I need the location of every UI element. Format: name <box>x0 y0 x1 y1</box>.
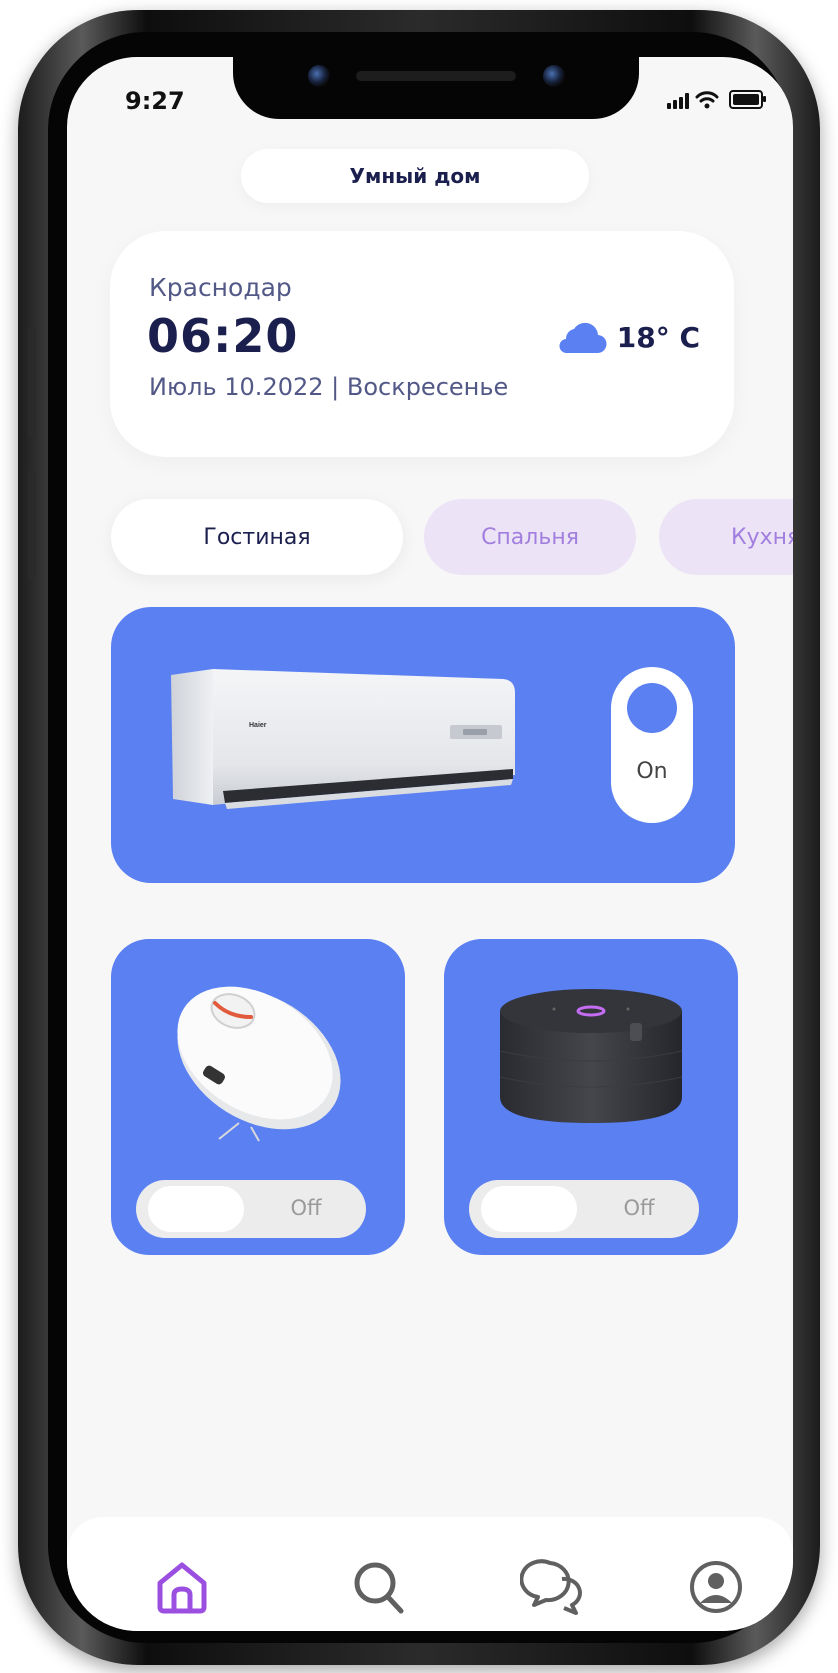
room-tabs: Гостиная Спальня Кухня <box>111 499 793 575</box>
profile-icon[interactable] <box>684 1555 748 1619</box>
vacuum-power-toggle[interactable]: Off <box>136 1180 366 1238</box>
front-camera-right <box>543 65 565 87</box>
smart-speaker-image <box>499 989 683 1123</box>
vacuum-state-label: Off <box>290 1196 322 1220</box>
city-label: Краснодар <box>149 273 292 302</box>
weather-info: 18° C <box>555 319 700 355</box>
air-conditioner-image: Haier <box>171 669 515 809</box>
signal-icon <box>667 93 689 109</box>
toggle-knob <box>627 683 677 733</box>
ac-power-toggle[interactable]: On <box>611 667 693 823</box>
status-time: 9:27 <box>125 87 185 115</box>
ac-state-label: On <box>636 759 668 784</box>
temperature: 18° C <box>616 320 700 354</box>
page-title: Умный дом <box>241 149 589 203</box>
speaker-power-toggle[interactable]: Off <box>469 1180 699 1238</box>
toggle-knob <box>481 1186 577 1232</box>
vacuum-card[interactable]: Off <box>111 939 405 1255</box>
toggle-knob <box>148 1186 244 1232</box>
earpiece-speaker <box>356 71 516 81</box>
tab-living-room[interactable]: Гостиная <box>111 499 403 575</box>
battery-icon <box>729 90 766 109</box>
chat-icon[interactable] <box>520 1555 584 1619</box>
notch <box>233 57 639 119</box>
volume-up-button <box>28 328 36 438</box>
search-icon[interactable] <box>347 1555 411 1619</box>
cloud-icon <box>559 322 607 354</box>
speaker-card[interactable]: Off <box>444 939 738 1255</box>
tab-kitchen[interactable]: Кухня <box>659 499 793 575</box>
weather-card: Краснодар 06:20 Июль 10.2022 | Воскресен… <box>110 231 734 457</box>
current-date: Июль 10.2022 | Воскресенье <box>149 373 509 401</box>
bottom-nav <box>67 1517 793 1631</box>
air-conditioner-card[interactable]: Haier On <box>111 607 735 883</box>
tab-bedroom[interactable]: Спальня <box>424 499 636 575</box>
brand-logo: Haier <box>249 722 267 729</box>
front-camera-left <box>308 65 330 87</box>
volume-down-button <box>28 470 36 580</box>
app-screen: 9:27 Умный дом Краснодар 06:20 Июль 10.2… <box>67 57 793 1631</box>
robot-vacuum-image <box>177 986 341 1142</box>
speaker-state-label: Off <box>623 1196 655 1220</box>
home-icon[interactable] <box>150 1555 214 1619</box>
wifi-icon <box>695 91 719 109</box>
current-time: 06:20 <box>147 309 299 363</box>
status-icons <box>667 90 766 109</box>
